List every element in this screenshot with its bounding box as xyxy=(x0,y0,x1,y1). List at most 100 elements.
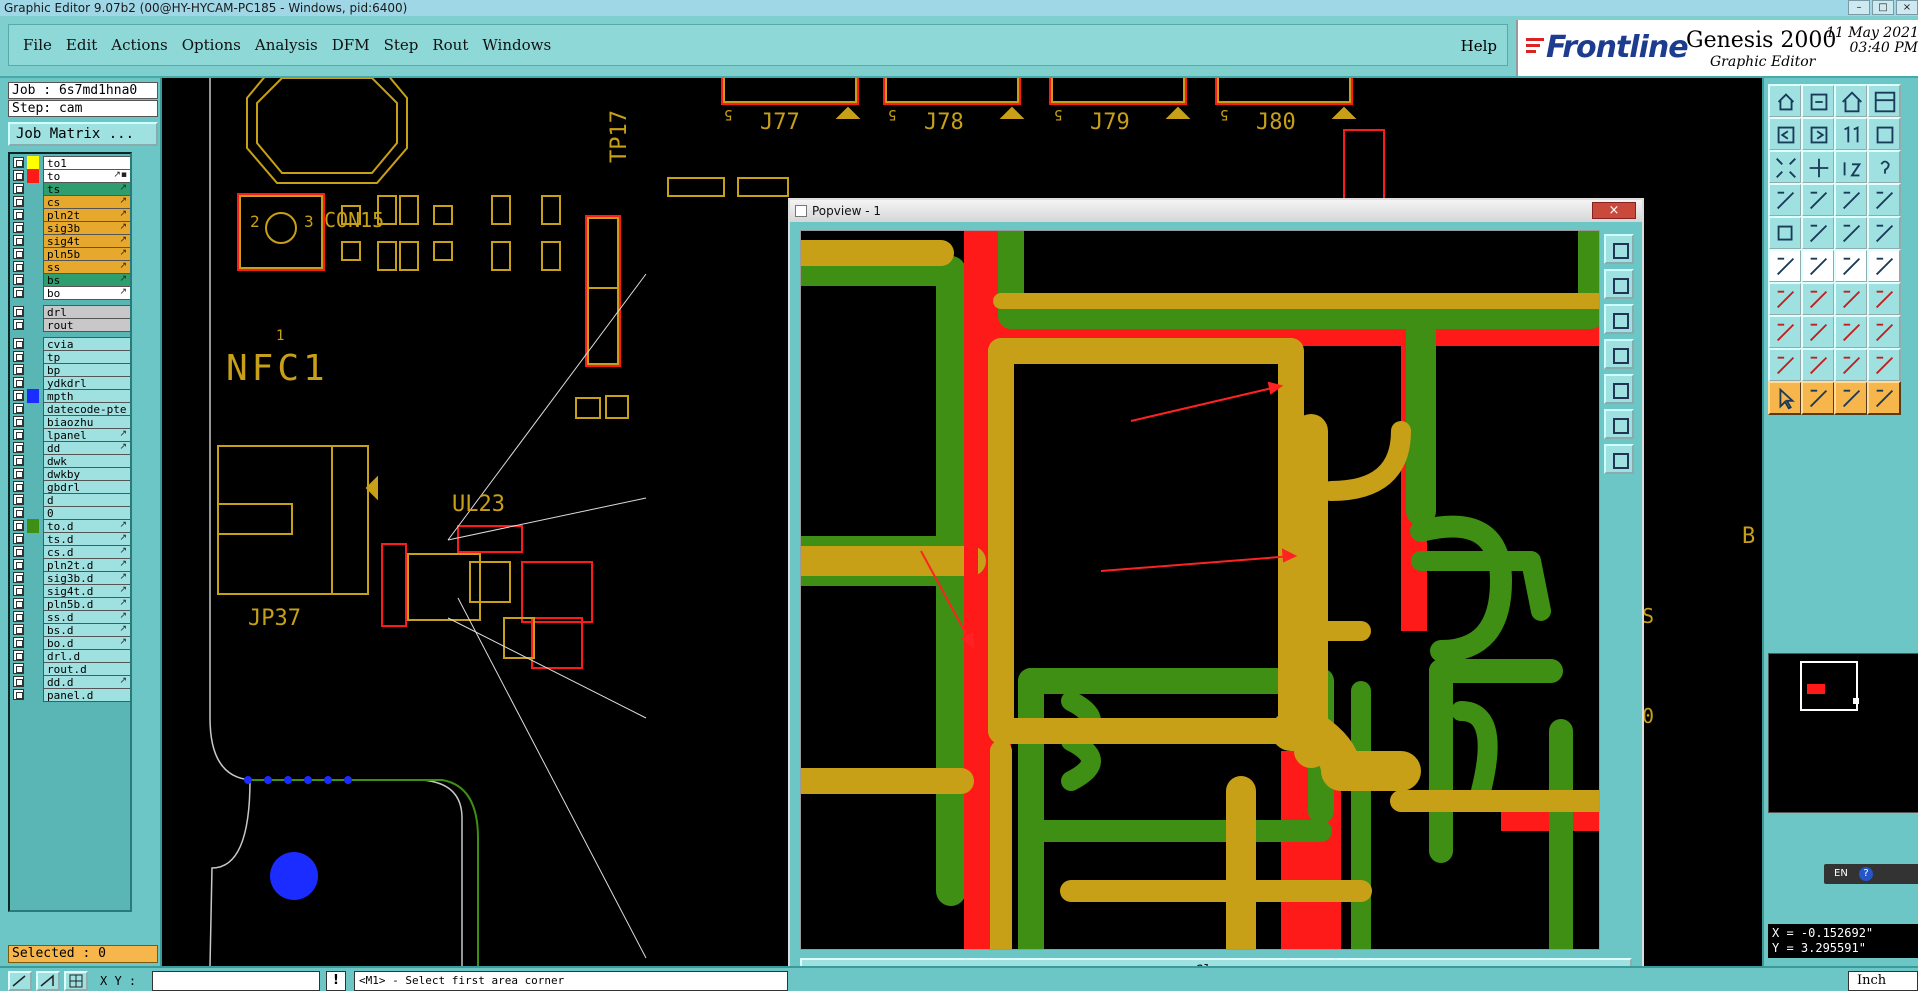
layer-row[interactable]: cvia xyxy=(13,337,130,351)
measure-icon[interactable] xyxy=(1801,315,1835,349)
layer-row[interactable]: bo.d ↗ xyxy=(13,636,130,650)
layer-checkbox[interactable] xyxy=(13,650,24,661)
layer-color-swatch[interactable] xyxy=(27,532,39,546)
layer-name[interactable]: 0 xyxy=(43,506,130,520)
layer-row[interactable]: gbdrl xyxy=(13,480,130,494)
zoom-in-icon[interactable] xyxy=(1801,84,1835,118)
layer-color-swatch[interactable] xyxy=(27,156,39,170)
pointer-select-icon[interactable] xyxy=(1801,381,1835,415)
units-selector[interactable]: Inch xyxy=(1848,971,1918,991)
job-matrix-button[interactable]: Job Matrix ... xyxy=(8,122,158,146)
fit-icon[interactable] xyxy=(1768,150,1802,184)
layer-name[interactable]: ydkdrl xyxy=(43,376,130,390)
menu-edit[interactable]: Edit xyxy=(66,36,97,54)
popview-center-icon[interactable] xyxy=(1604,409,1634,439)
align-icon[interactable] xyxy=(1834,315,1868,349)
layer-color-swatch[interactable] xyxy=(27,610,39,624)
home-icon[interactable] xyxy=(1834,84,1868,118)
select-icon[interactable] xyxy=(1768,216,1802,250)
angle-icon[interactable] xyxy=(36,971,60,991)
connect-icon[interactable] xyxy=(1768,249,1802,283)
layer-checkbox[interactable] xyxy=(13,455,24,466)
layer-checkbox[interactable] xyxy=(13,338,24,349)
layer-row[interactable]: dwk xyxy=(13,454,130,468)
layer-row[interactable]: drl.d xyxy=(13,649,130,663)
layer-name[interactable]: rout.d xyxy=(43,662,130,676)
layer-checkbox[interactable] xyxy=(13,468,24,479)
diagonal-icon[interactable] xyxy=(1801,282,1835,316)
layer-row[interactable]: ss.d ↗ xyxy=(13,610,130,624)
layer-name[interactable]: panel.d xyxy=(43,688,130,702)
layer-name[interactable]: gbdrl xyxy=(43,480,130,494)
layer-row[interactable]: rout xyxy=(13,318,130,332)
layer-row[interactable]: ydkdrl xyxy=(13,376,130,390)
popview-zoom-out-icon[interactable] xyxy=(1604,304,1634,334)
layer-row[interactable]: lpanel ↗ xyxy=(13,428,130,442)
layer-color-swatch[interactable] xyxy=(27,415,39,429)
layer-checkbox[interactable] xyxy=(13,429,24,440)
popview-sync-icon[interactable] xyxy=(1604,444,1634,474)
layer-row[interactable]: bs ↗ xyxy=(13,273,130,287)
ime-help-icon[interactable]: ? xyxy=(1859,867,1873,881)
popview-zoom-area[interactable] xyxy=(800,230,1600,950)
layer-row[interactable]: datecode-pte xyxy=(13,402,130,416)
xy-input[interactable] xyxy=(152,971,320,991)
layer-row[interactable]: mpth xyxy=(13,389,130,403)
menu-file[interactable]: File xyxy=(23,36,52,54)
layer-row[interactable]: to ↗▪ xyxy=(13,169,130,183)
layer-checkbox[interactable] xyxy=(13,598,24,609)
pan-icon[interactable] xyxy=(1801,150,1835,184)
layer-row[interactable]: drl xyxy=(13,305,130,319)
layer-checkbox[interactable] xyxy=(13,442,24,453)
layer-color-swatch[interactable] xyxy=(27,623,39,637)
layer-row[interactable]: sig4t ↗ xyxy=(13,234,130,248)
layer-row[interactable]: ts ↗ xyxy=(13,182,130,196)
layer-checkbox[interactable] xyxy=(13,546,24,557)
layer-row[interactable]: cs.d ↗ xyxy=(13,545,130,559)
layer-checkbox[interactable] xyxy=(13,364,24,375)
zoom-1to1-icon[interactable] xyxy=(1834,117,1868,151)
layer-color-swatch[interactable] xyxy=(27,506,39,520)
profile-icon[interactable] xyxy=(1801,216,1835,250)
layer-row[interactable]: bs.d ↗ xyxy=(13,623,130,637)
via-icon[interactable] xyxy=(1867,249,1901,283)
arch-icon[interactable] xyxy=(1834,348,1868,382)
help-icon[interactable] xyxy=(1867,150,1901,184)
layer-checkbox[interactable] xyxy=(13,287,24,298)
layer-color-swatch[interactable] xyxy=(27,305,39,319)
layer-color-swatch[interactable] xyxy=(27,247,39,261)
layer-checkbox[interactable] xyxy=(13,689,24,700)
layer-color-swatch[interactable] xyxy=(27,182,39,196)
layer-name[interactable]: dwkby xyxy=(43,467,130,481)
layer-checkbox[interactable] xyxy=(13,319,24,330)
layer-row[interactable]: dwkby xyxy=(13,467,130,481)
layer-checkbox[interactable] xyxy=(13,261,24,272)
split-icon[interactable] xyxy=(1867,282,1901,316)
bridge-icon[interactable] xyxy=(1867,348,1901,382)
layer-row[interactable]: 0 xyxy=(13,506,130,520)
layer-row[interactable]: sig3b ↗ xyxy=(13,221,130,235)
layer-checkbox[interactable] xyxy=(13,209,24,220)
menu-actions[interactable]: Actions xyxy=(111,36,167,54)
popview-zoom-in-icon[interactable] xyxy=(1604,269,1634,299)
polygon-icon[interactable] xyxy=(1801,348,1835,382)
layer-color-swatch[interactable] xyxy=(27,318,39,332)
pointer-drag-icon[interactable] xyxy=(1867,381,1901,415)
layer-color-swatch[interactable] xyxy=(27,363,39,377)
layer-color-swatch[interactable] xyxy=(27,337,39,351)
layer-checkbox[interactable] xyxy=(13,306,24,317)
layer-checkbox[interactable] xyxy=(13,390,24,401)
pointer-zoom-icon[interactable] xyxy=(1834,381,1868,415)
layer-row[interactable]: tp xyxy=(13,350,130,364)
layer-name[interactable]: rout xyxy=(43,318,130,332)
zoom-window-icon[interactable] xyxy=(1867,117,1901,151)
layer-color-swatch[interactable] xyxy=(27,636,39,650)
layer-checkbox[interactable] xyxy=(13,533,24,544)
layer-name[interactable]: to1 xyxy=(43,156,130,170)
snap-icon[interactable] xyxy=(1768,183,1802,217)
panel-icon[interactable] xyxy=(1867,84,1901,118)
layer-name[interactable]: datecode-pte xyxy=(43,402,130,416)
layer-row[interactable]: pln2t.d ↗ xyxy=(13,558,130,572)
layer-checkbox[interactable] xyxy=(13,520,24,531)
menu-help[interactable]: Help xyxy=(1461,37,1497,55)
